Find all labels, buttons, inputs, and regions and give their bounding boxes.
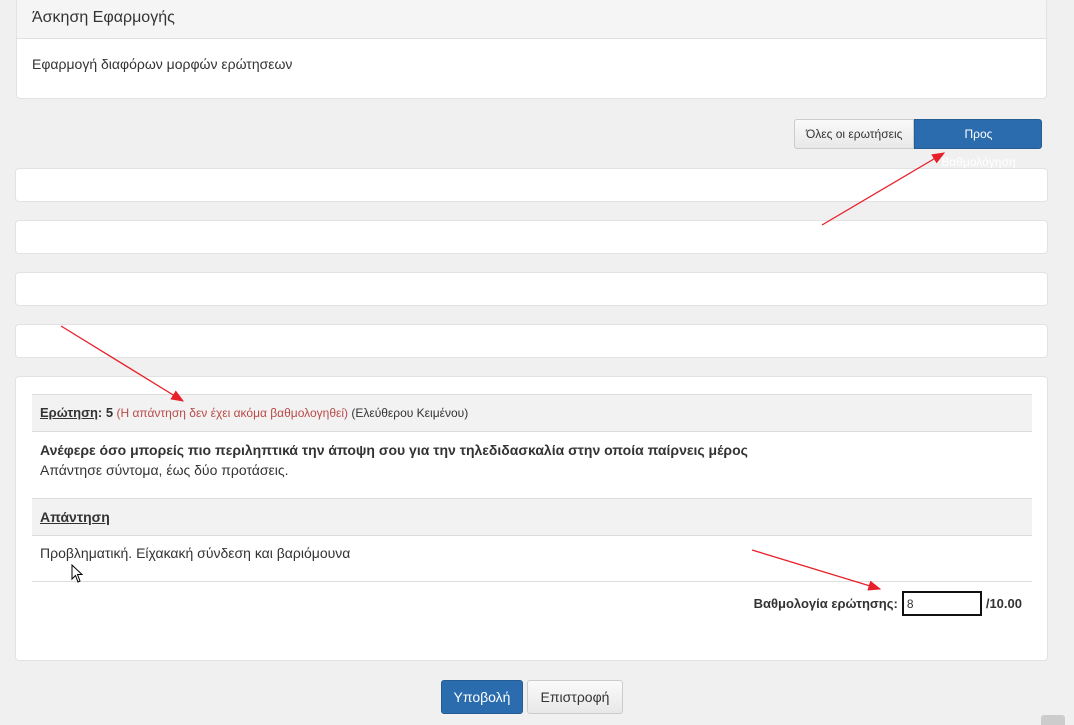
back-button[interactable]: Επιστροφή	[527, 680, 623, 714]
form-actions: Υποβολή Επιστροφή	[441, 680, 623, 714]
question-type: (Ελεύθερου Κειμένου)	[351, 406, 469, 420]
mouse-cursor-icon	[71, 564, 84, 583]
collapsed-question-row	[15, 272, 1048, 306]
divider	[32, 581, 1032, 582]
score-row: Βαθμολογία ερώτησης: /10.00	[754, 591, 1022, 616]
exercise-description: Εφαρμογή διαφόρων μορφών ερώτησεων	[32, 56, 293, 72]
all-questions-button[interactable]: Όλες οι ερωτήσεις	[794, 119, 915, 149]
exercise-title: Άσκηση Εφαρμογής	[17, 0, 1046, 39]
question-panel: Ερώτηση: 5 (Η απάντηση δεν έχει ακόμα βα…	[15, 376, 1048, 661]
question-body: Ανέφερε όσο μπορείς πιο περιληπτικά την …	[40, 440, 1030, 480]
question-number: 5	[105, 405, 114, 420]
answer-text: Προβληματική. Είχακακή σύνδεση και βαριό…	[40, 545, 351, 561]
submit-button[interactable]: Υποβολή	[441, 680, 523, 714]
question-text: Ανέφερε όσο μπορείς πιο περιληπτικά την …	[40, 442, 748, 458]
score-label: Βαθμολογία ερώτησης:	[753, 596, 898, 611]
collapsed-question-row	[15, 168, 1048, 202]
grading-status: (Η απάντηση δεν έχει ακόμα βαθμολογηθεί)	[116, 406, 348, 420]
score-max: /10.00	[985, 596, 1022, 611]
answer-header: Απάντηση	[32, 498, 1032, 536]
corner-widget-icon[interactable]	[1041, 715, 1065, 725]
question-hint: Απάντησε σύντομα, έως δύο προτάσεις.	[40, 462, 289, 478]
question-header: Ερώτηση: 5 (Η απάντηση δεν έχει ακόμα βα…	[32, 394, 1032, 432]
question-label: Ερώτηση	[40, 405, 98, 420]
question-filter-group: Όλες οι ερωτήσεις Προς Βαθμολόγηση	[794, 119, 1043, 169]
collapsed-question-row	[15, 324, 1048, 358]
score-input[interactable]	[901, 591, 982, 616]
collapsed-question-row	[15, 220, 1048, 254]
to-grade-button[interactable]: Προς Βαθμολόγηση	[914, 119, 1043, 169]
exercise-panel: Άσκηση Εφαρμογής Εφαρμογή διαφόρων μορφώ…	[16, 0, 1047, 99]
